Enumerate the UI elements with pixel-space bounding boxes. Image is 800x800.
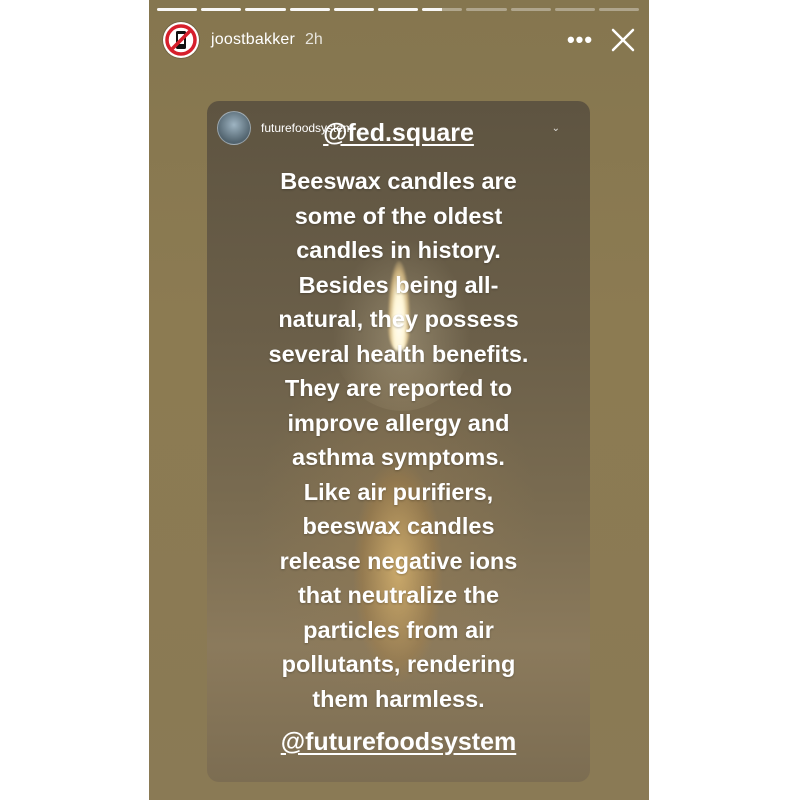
more-horizontal-icon: ••• <box>566 27 594 52</box>
progress-segment <box>554 8 595 11</box>
progress-segment <box>201 8 242 11</box>
mention-sticker-top[interactable]: @fed.square <box>207 119 590 148</box>
story-text-line: release negative ions <box>279 547 518 574</box>
progress-segment <box>466 8 507 11</box>
story-username[interactable]: joostbakker <box>211 31 295 49</box>
progress-segment <box>245 8 286 11</box>
progress-segment <box>333 8 374 11</box>
story-text-line: improve allergy and <box>287 409 510 436</box>
story-text-line: some of the oldest <box>294 202 503 229</box>
progress-segment <box>510 8 551 11</box>
story-text: Beeswax candles are some of the oldest can… <box>227 164 570 716</box>
story-text-line: that neutralize the <box>297 582 500 608</box>
story-text-line: candles in history. <box>296 237 501 263</box>
story-text-line: beeswax candles <box>302 513 495 539</box>
story-text-line: Beeswax candles are <box>280 168 517 194</box>
story-text-line: them harmless. <box>312 685 485 712</box>
story-text-line: particles from air <box>303 616 494 643</box>
close-icon <box>611 28 635 52</box>
progress-segment <box>377 8 419 11</box>
story-text-line: pollutants, rendering <box>281 651 516 677</box>
mention-sticker-bottom[interactable]: @futurefoodsystem <box>207 728 590 757</box>
story-viewer[interactable]: joostbakker 2h ••• futurefoodsystem ⌄ @f… <box>149 0 649 800</box>
shared-post-card[interactable]: futurefoodsystem ⌄ @fed.square Beeswax c… <box>207 101 590 782</box>
more-options-button[interactable]: ••• <box>565 25 595 55</box>
story-text-line: several health benefits. <box>268 340 529 367</box>
story-text-line: They are reported to <box>284 375 513 401</box>
story-header: joostbakker 2h ••• <box>163 20 639 60</box>
progress-segment <box>598 8 640 11</box>
no-phone-icon <box>165 24 197 56</box>
progress-segment <box>157 8 198 11</box>
story-text-line: Like air purifiers, <box>303 478 494 505</box>
story-text-line: natural, they possess <box>278 306 519 332</box>
progress-segment <box>422 8 463 11</box>
progress-segment <box>289 8 330 11</box>
story-timestamp: 2h <box>305 31 323 48</box>
avatar[interactable] <box>163 22 199 58</box>
story-text-line: Besides being all- <box>298 271 499 298</box>
close-button[interactable] <box>607 24 639 56</box>
story-progress-bar <box>157 8 640 11</box>
story-text-line: asthma symptoms. <box>292 444 505 470</box>
